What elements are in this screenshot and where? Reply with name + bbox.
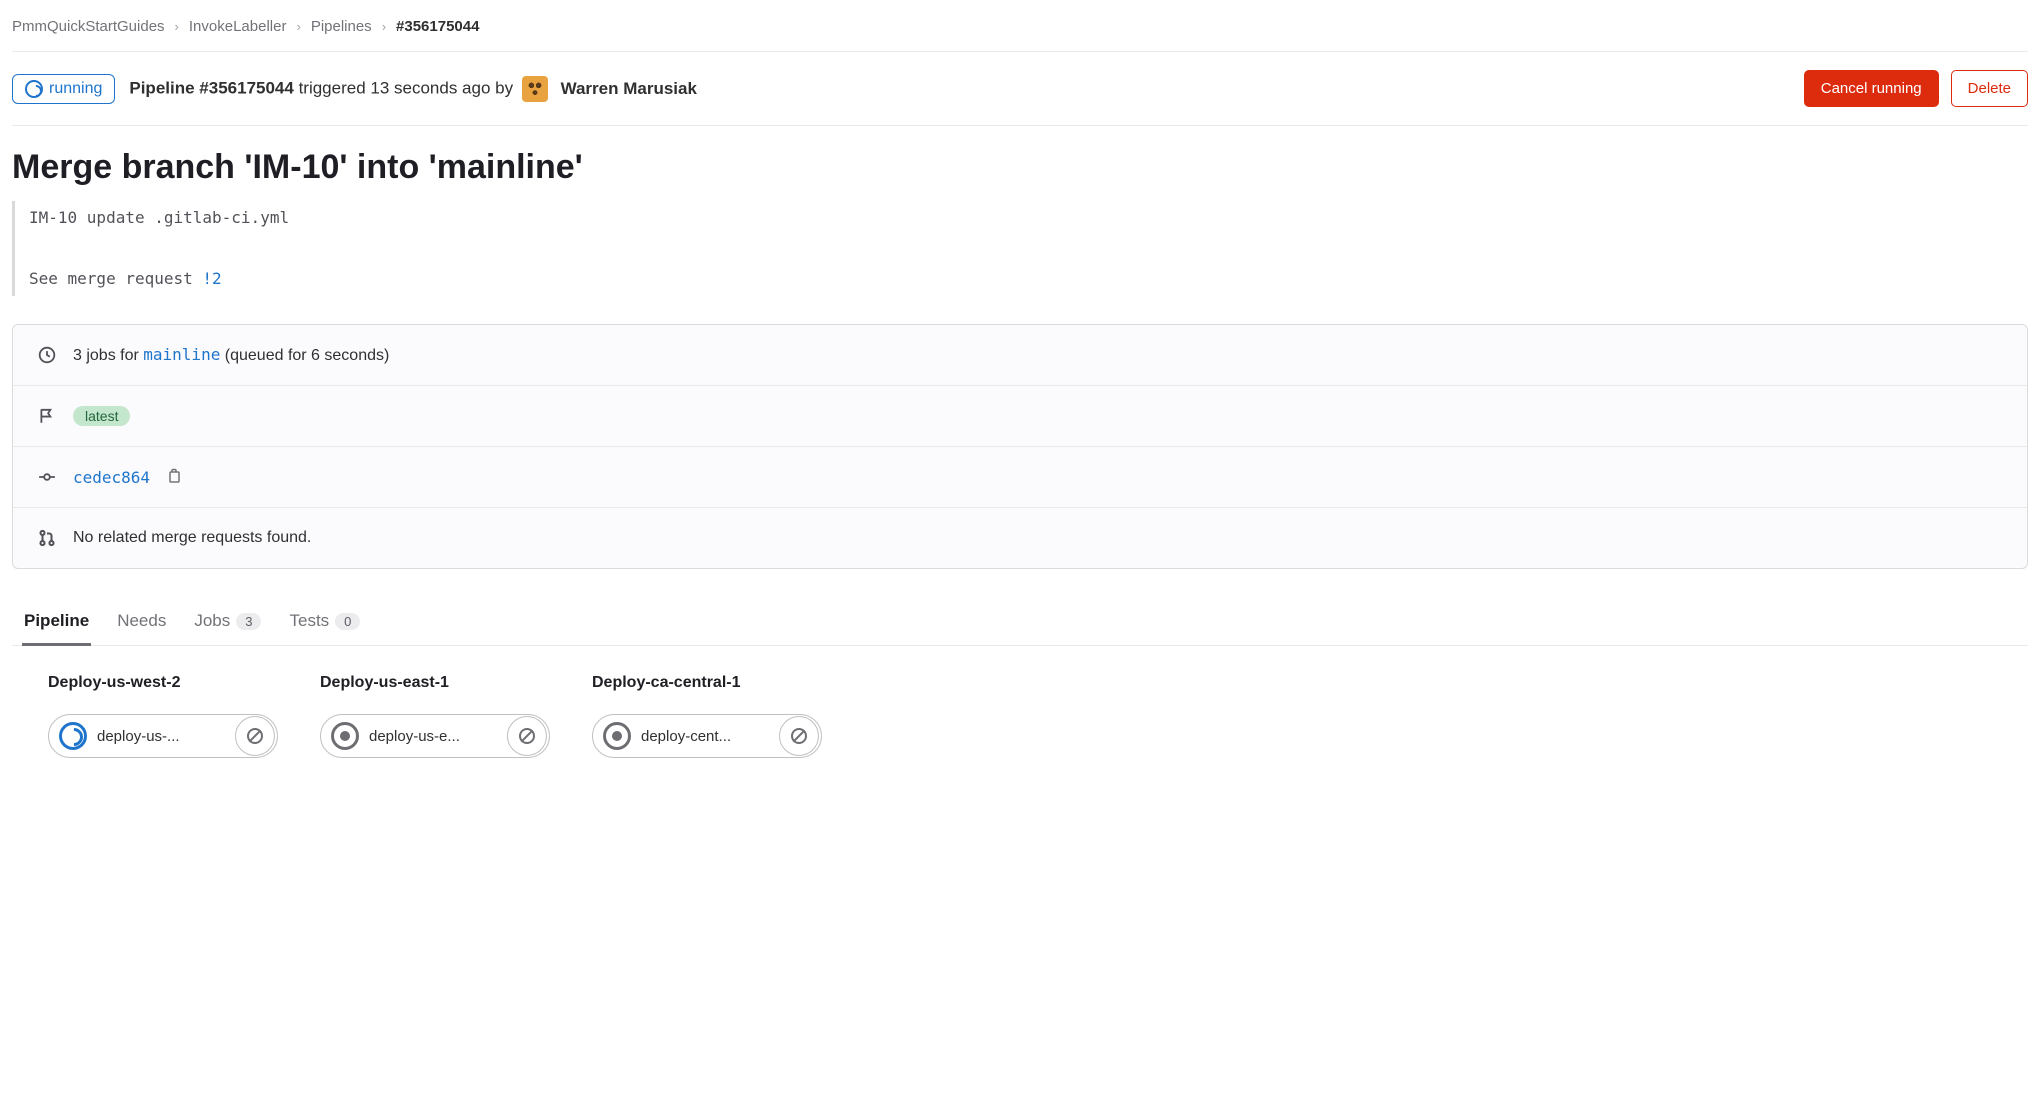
flag-icon [37,406,57,426]
breadcrumb: PmmQuickStartGuides › InvokeLabeller › P… [12,0,2028,52]
breadcrumb-project[interactable]: InvokeLabeller [189,18,287,35]
tab-tests-count: 0 [335,613,360,630]
breadcrumb-sep: › [175,19,179,34]
clock-icon [37,345,57,365]
commit-message-line1: IM-10 update .gitlab-ci.yml [29,203,2028,233]
merge-requests-text: No related merge requests found. [73,529,311,547]
merge-requests-row: No related merge requests found. [13,508,2027,568]
running-icon [25,80,43,98]
tab-pipeline[interactable]: Pipeline [22,597,91,645]
breadcrumb-sep: › [382,19,386,34]
pipeline-tabs: Pipeline Needs Jobs 3 Tests 0 [12,597,2028,646]
merge-request-icon [37,528,57,548]
status-badge-running[interactable]: running [12,74,115,104]
stage-title: Deploy-ca-central-1 [592,674,822,692]
jobs-summary-text: 3 jobs for mainline (queued for 6 second… [73,345,389,365]
pipeline-info-card: 3 jobs for mainline (queued for 6 second… [12,324,2028,569]
job-name: deploy-cent... [641,728,777,745]
tab-tests[interactable]: Tests 0 [287,597,362,645]
job-name: deploy-us-... [97,728,233,745]
latest-tag: latest [73,406,130,426]
job-name: deploy-us-e... [369,728,505,745]
avatar[interactable] [522,76,548,102]
copy-sha-button[interactable] [166,468,184,486]
cancel-job-button[interactable] [507,716,547,756]
commit-mr-prefix: See merge request [29,269,202,288]
stage-title: Deploy-us-west-2 [48,674,278,692]
pending-icon [331,722,359,750]
commit-sha-row: cedec864 [13,447,2027,508]
pipeline-header-left: running Pipeline #356175044 triggered 13… [12,74,697,104]
jobs-suffix: (queued for 6 seconds) [220,347,389,364]
stage-column: Deploy-ca-central-1 deploy-cent... [592,674,822,758]
pipeline-id: #356175044 [199,78,294,97]
breadcrumb-group[interactable]: PmmQuickStartGuides [12,18,165,35]
tab-jobs-label: Jobs [194,611,230,631]
pending-icon [603,722,631,750]
stage-title: Deploy-us-east-1 [320,674,550,692]
commit-message-line2: See merge request !2 [29,264,2028,294]
commit-icon [37,467,57,487]
pipeline-label-prefix: Pipeline [129,78,199,97]
merge-request-link[interactable]: !2 [202,269,221,288]
commit-sha-link[interactable]: cedec864 [73,468,150,487]
breadcrumb-pipelines[interactable]: Pipelines [311,18,372,35]
running-icon [59,722,87,750]
stage-column: Deploy-us-west-2 deploy-us-... [48,674,278,758]
cancel-icon [247,728,263,744]
cancel-icon [791,728,807,744]
tab-needs[interactable]: Needs [115,597,168,645]
cancel-job-button[interactable] [235,716,275,756]
tab-jobs[interactable]: Jobs 3 [192,597,263,645]
pipeline-header-actions: Cancel running Delete [1804,70,2028,107]
cancel-running-button[interactable]: Cancel running [1804,70,1939,107]
author-name[interactable]: Warren Marusiak [561,79,697,98]
pipeline-stages: Deploy-us-west-2 deploy-us-... Deploy-us… [12,646,2028,768]
breadcrumb-current: #356175044 [396,18,479,35]
jobs-summary-row: 3 jobs for mainline (queued for 6 second… [13,325,2027,386]
breadcrumb-sep: › [296,19,300,34]
pipeline-header: running Pipeline #356175044 triggered 13… [12,52,2028,126]
stage-column: Deploy-us-east-1 deploy-us-e... [320,674,550,758]
job-pill[interactable]: deploy-cent... [592,714,822,758]
delete-button[interactable]: Delete [1951,70,2028,107]
tab-tests-label: Tests [289,611,329,631]
jobs-prefix: 3 jobs for [73,347,143,364]
pipeline-trigger-text: Pipeline #356175044 triggered 13 seconds… [129,76,697,102]
cancel-job-button[interactable] [779,716,819,756]
status-badge-label: running [49,80,102,98]
cancel-icon [519,728,535,744]
job-pill[interactable]: deploy-us-e... [320,714,550,758]
triggered-text: triggered 13 seconds ago by [294,78,518,97]
page-title: Merge branch 'IM-10' into 'mainline' [12,126,2028,201]
tags-row: latest [13,386,2027,447]
commit-message: IM-10 update .gitlab-ci.yml See merge re… [12,201,2028,296]
tab-jobs-count: 3 [236,613,261,630]
job-pill[interactable]: deploy-us-... [48,714,278,758]
branch-link[interactable]: mainline [143,345,220,364]
